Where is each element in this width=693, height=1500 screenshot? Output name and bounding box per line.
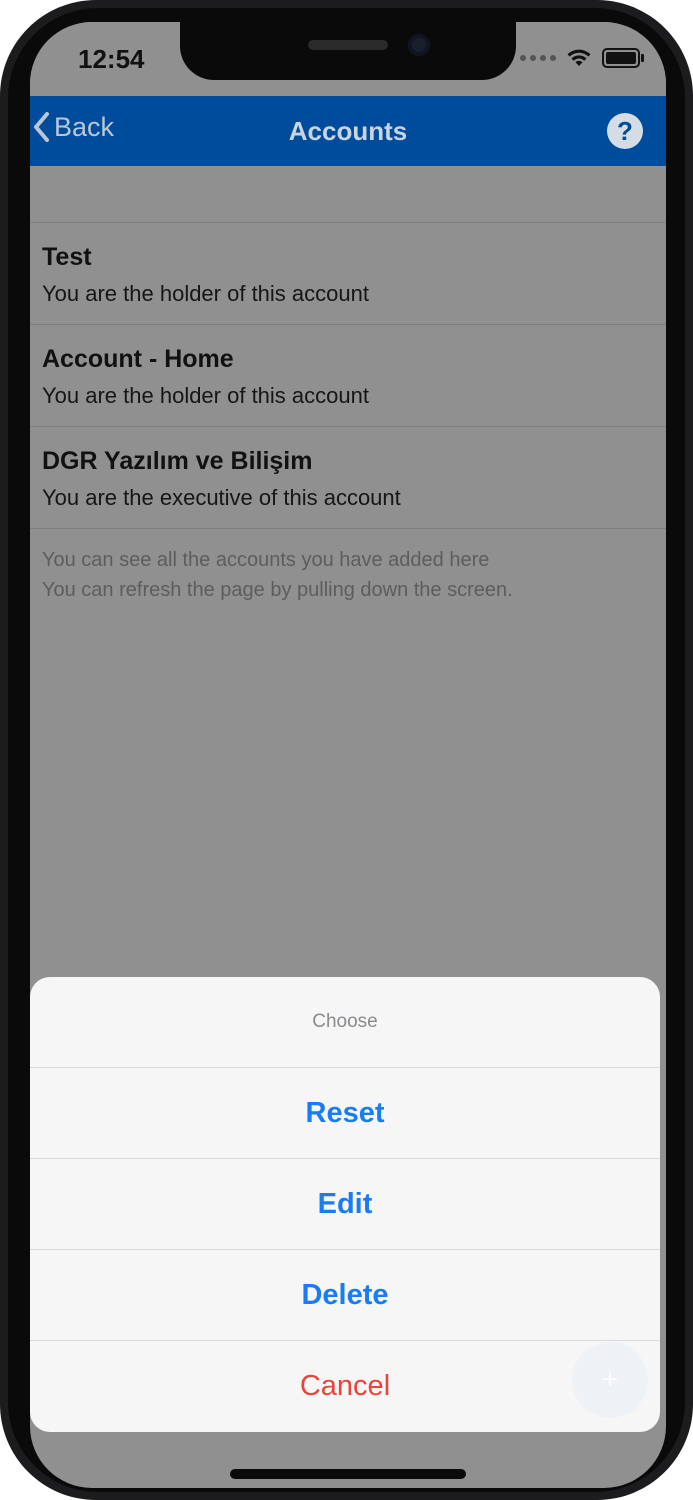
- cancel-button[interactable]: Cancel: [30, 1341, 660, 1431]
- screen: 12:54 Back Accounts ? Test You are the h…: [30, 22, 666, 1488]
- page-title: Accounts: [288, 116, 408, 146]
- front-camera-icon: [408, 34, 430, 56]
- accounts-list: Test You are the holder of this account …: [30, 166, 666, 605]
- phone-frame: 12:54 Back Accounts ? Test You are the h…: [0, 0, 693, 1500]
- account-role: You are the executive of this account: [42, 485, 401, 510]
- account-name: DGR Yazılım ve Bilişim: [42, 447, 313, 475]
- home-indicator[interactable]: [230, 1469, 466, 1479]
- account-name: Account - Home: [42, 345, 234, 373]
- status-time: 12:54: [78, 44, 145, 74]
- footer-line-2: You can refresh the page by pulling down…: [42, 579, 513, 601]
- edit-button[interactable]: Edit: [30, 1159, 660, 1250]
- speaker-grille: [308, 40, 388, 50]
- signal-icon: [520, 55, 556, 61]
- notch: [180, 22, 516, 80]
- account-role: You are the holder of this account: [42, 281, 369, 306]
- nav-bar: Back Accounts ?: [30, 96, 666, 166]
- account-role: You are the holder of this account: [42, 383, 369, 408]
- add-account-button[interactable]: +: [572, 1342, 648, 1418]
- account-row-home[interactable]: Account - Home You are the holder of thi…: [30, 325, 666, 427]
- list-footer-note: You can see all the accounts you have ad…: [30, 529, 666, 605]
- question-circle-icon[interactable]: ?: [606, 112, 644, 150]
- action-sheet-title: Choose: [30, 977, 660, 1068]
- delete-button[interactable]: Delete: [30, 1250, 660, 1341]
- status-icons: [520, 48, 644, 68]
- battery-icon: [602, 48, 644, 68]
- svg-text:?: ?: [617, 116, 633, 146]
- plus-icon: +: [601, 1363, 619, 1396]
- account-name: Test: [42, 243, 92, 271]
- footer-line-1: You can see all the accounts you have ad…: [42, 549, 490, 571]
- reset-button[interactable]: Reset: [30, 1068, 660, 1159]
- list-header-spacer: [30, 166, 666, 223]
- account-row-dgr[interactable]: DGR Yazılım ve Bilişim You are the execu…: [30, 427, 666, 529]
- wifi-icon: [567, 49, 591, 66]
- action-sheet: Choose Reset Edit Delete Cancel: [30, 977, 660, 1432]
- account-row-test[interactable]: Test You are the holder of this account: [30, 223, 666, 325]
